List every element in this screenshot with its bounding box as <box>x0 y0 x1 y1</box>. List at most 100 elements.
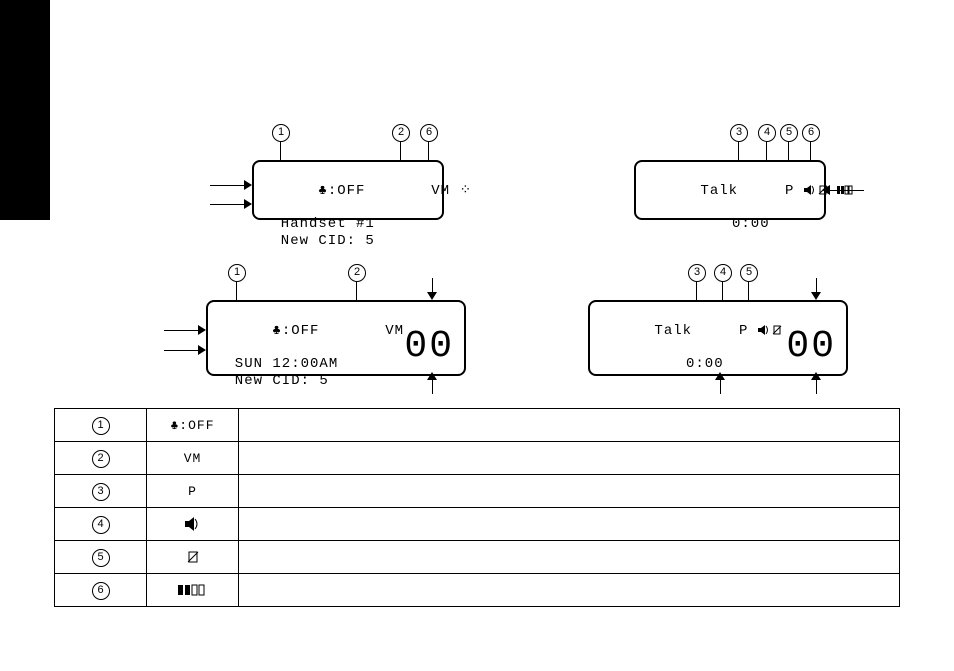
legend-row: 4 <box>55 508 900 541</box>
lcd-line3: New CID: 5 <box>208 373 464 390</box>
lcd-base-talk: Talk P 0:00 00 <box>588 300 848 376</box>
callout-1: 1 <box>272 124 290 142</box>
mute-icon <box>772 325 782 335</box>
legend-desc <box>239 475 900 508</box>
legend-icon-cell: VM <box>147 442 239 475</box>
vm-indicator: VM <box>385 323 404 339</box>
timer: 0:00 <box>686 356 724 372</box>
arrow-shaft <box>720 380 721 394</box>
seg7-counter: 00 <box>786 324 836 370</box>
spacer <box>365 183 431 199</box>
lcd-line2: Handset #1 <box>254 216 442 233</box>
legend-num: 5 <box>55 541 147 574</box>
arrow-down-icon <box>811 292 821 300</box>
legend-num: 4 <box>55 508 147 541</box>
arrow-shaft <box>830 190 864 191</box>
callout-5: 5 <box>740 264 758 282</box>
callout-2: 2 <box>392 124 410 142</box>
arrow-left-icon <box>822 185 830 195</box>
speaker-icon <box>185 517 201 531</box>
arrow-shaft <box>210 185 244 186</box>
lcd-line1: ♣:OFF VM ⁘ <box>254 162 442 216</box>
callout-1: 1 <box>228 264 246 282</box>
callout-6: 6 <box>420 124 438 142</box>
mute-icon <box>186 550 200 564</box>
lcd-line2: 0:00 <box>636 216 824 233</box>
arrow-shaft <box>432 278 433 292</box>
callout-tick <box>748 281 749 300</box>
legend-desc <box>239 442 900 475</box>
timer: 0:00 <box>732 216 770 232</box>
legend-desc <box>239 409 900 442</box>
arrow-right-icon <box>244 180 252 190</box>
battery-icon <box>178 583 208 597</box>
arrow-shaft <box>432 380 433 394</box>
callout-3: 3 <box>730 124 748 142</box>
legend-desc <box>239 508 900 541</box>
callout-tick <box>766 141 767 160</box>
arrow-shaft <box>816 380 817 394</box>
legend-desc <box>239 541 900 574</box>
seg7-counter: 00 <box>404 324 454 370</box>
legend-num: 6 <box>55 574 147 607</box>
vm-icon: VM <box>184 451 202 466</box>
side-tab <box>0 0 50 220</box>
arrow-shaft <box>164 350 198 351</box>
legend-desc <box>239 574 900 607</box>
callout-4: 4 <box>758 124 776 142</box>
callout-tick <box>356 281 357 300</box>
legend-table: 1 ♣:OFF 2 VM 3 P 4 5 <box>54 408 900 607</box>
legend-row: 2 VM <box>55 442 900 475</box>
legend-icon-cell: P <box>147 475 239 508</box>
callout-3: 3 <box>688 264 706 282</box>
legend-icon-cell <box>147 508 239 541</box>
talk-label: Talk <box>700 183 738 199</box>
legend-icon-cell: ♣:OFF <box>147 409 239 442</box>
privacy-icon: P <box>188 484 197 499</box>
ringer-off-icon: ♣:OFF <box>318 183 365 199</box>
callout-tick <box>696 281 697 300</box>
lcd-line3: New CID: 5 <box>254 233 442 250</box>
legend-icon-cell <box>147 574 239 607</box>
arrow-down-icon <box>427 292 437 300</box>
legend-num: 2 <box>55 442 147 475</box>
callout-5: 5 <box>780 124 798 142</box>
arrow-up-icon <box>811 372 821 380</box>
speaker-icon <box>804 185 816 195</box>
lcd-handset-talk: Talk P 0:00 <box>634 160 826 220</box>
legend-num: 1 <box>55 409 147 442</box>
callout-2: 2 <box>348 264 366 282</box>
speaker-icon <box>758 325 770 335</box>
ringer-off-icon: ♣:OFF <box>170 418 214 433</box>
callout-tick <box>810 141 811 160</box>
arrow-up-icon <box>715 372 725 380</box>
legend-row: 1 ♣:OFF <box>55 409 900 442</box>
callout-tick <box>400 141 401 160</box>
lcd-line1: Talk P <box>636 162 824 216</box>
lcd-handset-standby: ♣:OFF VM ⁘ Handset #1 New CID: 5 <box>252 160 444 220</box>
arrow-up-icon <box>427 372 437 380</box>
callout-6: 6 <box>802 124 820 142</box>
talk-label: Talk <box>654 323 692 339</box>
arrow-right-icon <box>198 345 206 355</box>
arrow-shaft <box>164 330 198 331</box>
callout-tick <box>788 141 789 160</box>
legend-icon-cell <box>147 541 239 574</box>
arrow-shaft <box>816 278 817 292</box>
arrow-shaft <box>210 204 244 205</box>
legend-row: 5 <box>55 541 900 574</box>
legend-row: 3 P <box>55 475 900 508</box>
lcd-base-standby: ♣:OFF VM SUN 12:00AM New CID: 5 00 <box>206 300 466 376</box>
callout-tick <box>428 141 429 160</box>
page: ♣:OFF VM ⁘ Handset #1 New CID: 5 1 2 6 T… <box>0 0 954 671</box>
callout-tick <box>722 281 723 300</box>
arrow-right-icon <box>244 199 252 209</box>
arrow-right-icon <box>198 325 206 335</box>
legend-row: 6 <box>55 574 900 607</box>
ringer-off-icon: ♣:OFF <box>272 323 319 339</box>
callout-tick <box>738 141 739 160</box>
callout-4: 4 <box>714 264 732 282</box>
callout-tick <box>236 281 237 300</box>
legend-num: 3 <box>55 475 147 508</box>
vm-indicator: VM ⁘ <box>431 183 472 199</box>
